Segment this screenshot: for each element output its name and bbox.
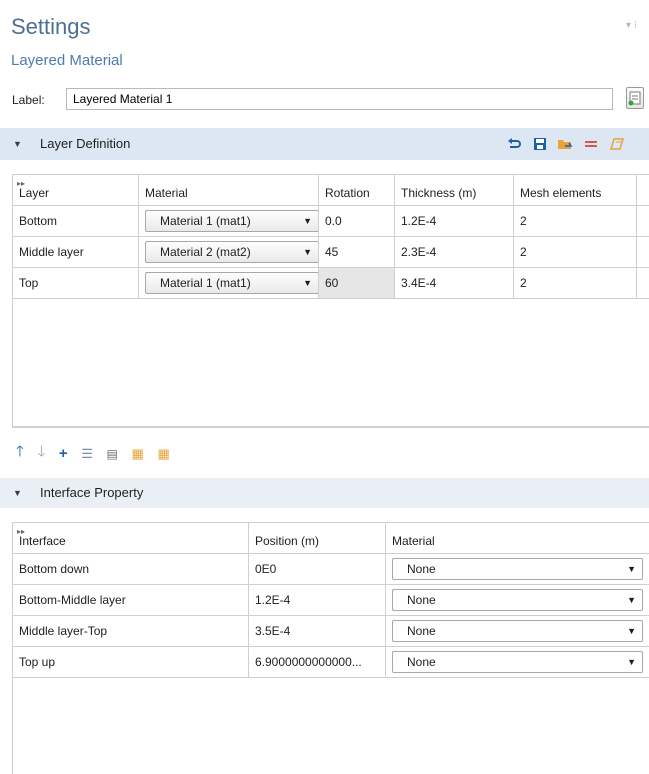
column-header-thickness[interactable]: Thickness (m): [394, 174, 514, 206]
table-row[interactable]: Top up 6.9000000000000... None ▼: [12, 646, 649, 678]
chevron-down-icon: ▼: [627, 595, 636, 605]
table-border: [12, 678, 13, 774]
section-title: Interface Property: [40, 485, 144, 500]
cell-material[interactable]: None ▼: [385, 646, 649, 678]
cell-layer[interactable]: Bottom: [12, 205, 139, 237]
cell-rotation-selected[interactable]: 60: [318, 267, 395, 299]
material-dropdown[interactable]: Material 1 (mat1) ▼: [145, 210, 318, 232]
label-caption: Label:: [12, 93, 45, 107]
cell-extra: [636, 205, 649, 237]
table-row[interactable]: Middle layer-Top 3.5E-4 None ▼: [12, 615, 649, 647]
cell-thickness[interactable]: 3.4E-4: [394, 267, 514, 299]
layer-grid-icon[interactable]: ▦: [157, 446, 169, 462]
material-select[interactable]: None ▼: [392, 558, 643, 580]
cell-thickness[interactable]: 2.3E-4: [394, 236, 514, 268]
cell-rotation[interactable]: 0.0: [318, 205, 395, 237]
cell-mesh[interactable]: 2: [513, 267, 637, 299]
cell-extra: [636, 267, 649, 299]
column-header-interface[interactable]: ▸▸ Interface: [12, 522, 249, 554]
collapse-icon[interactable]: ▼: [13, 139, 22, 149]
layer-table: ▸▸ Layer Material Rotation Thickness (m) …: [12, 174, 649, 299]
column-header-material[interactable]: Material: [385, 522, 649, 554]
move-up-icon[interactable]: 🡑: [16, 441, 24, 466]
cell-material[interactable]: None ▼: [385, 584, 649, 616]
page-subtitle: Layered Material: [11, 52, 123, 69]
table-header: ▸▸ Interface Position (m) Material: [12, 522, 649, 554]
label-link-button[interactable]: [626, 87, 644, 109]
table-row[interactable]: Bottom-Middle layer 1.2E-4 None ▼: [12, 584, 649, 616]
column-header-mesh[interactable]: Mesh elements: [513, 174, 637, 206]
section-title: Layer Definition: [40, 136, 131, 151]
table-header: ▸▸ Layer Material Rotation Thickness (m) …: [12, 174, 649, 206]
cell-interface[interactable]: Top up: [12, 646, 249, 678]
column-header-extra: [636, 174, 649, 206]
chevron-down-icon: ▼: [627, 564, 636, 574]
cell-mesh[interactable]: 2: [513, 205, 637, 237]
interface-table: ▸▸ Interface Position (m) Material Bottom…: [12, 522, 649, 678]
cell-interface[interactable]: Middle layer-Top: [12, 615, 249, 647]
cell-material[interactable]: Material 1 (mat1) ▼: [138, 205, 319, 237]
cell-material[interactable]: Material 1 (mat1) ▼: [138, 267, 319, 299]
column-header-material[interactable]: Material: [138, 174, 319, 206]
cell-material[interactable]: None ▼: [385, 553, 649, 585]
undo-icon[interactable]: [506, 136, 522, 152]
table-empty-area: [12, 298, 649, 428]
delete-icon[interactable]: ☰: [81, 446, 93, 462]
chevron-down-icon: ▼: [627, 657, 636, 667]
add-icon[interactable]: +: [59, 445, 68, 462]
label-input[interactable]: [66, 88, 613, 110]
cell-layer[interactable]: Middle layer: [12, 236, 139, 268]
note-icon: [628, 91, 641, 106]
cell-extra: [636, 236, 649, 268]
material-select[interactable]: None ▼: [392, 651, 643, 673]
table-row[interactable]: Bottom Material 1 (mat1) ▼ 0.0 1.2E-4 2: [12, 205, 649, 237]
cell-interface[interactable]: Bottom down: [12, 553, 249, 585]
cell-material[interactable]: None ▼: [385, 615, 649, 647]
layers-icon[interactable]: [609, 136, 625, 152]
cell-position: 0E0: [248, 553, 386, 585]
table-row[interactable]: Bottom down 0E0 None ▼: [12, 553, 649, 585]
cell-position: 1.2E-4: [248, 584, 386, 616]
cell-rotation[interactable]: 45: [318, 236, 395, 268]
collapse-icon[interactable]: ▼: [13, 488, 22, 498]
material-select[interactable]: None ▼: [392, 589, 643, 611]
load-icon[interactable]: [557, 136, 573, 152]
material-dropdown[interactable]: Material 2 (mat2) ▼: [145, 241, 318, 263]
table-row[interactable]: Top Material 1 (mat1) ▼ 60 3.4E-4 2: [12, 267, 649, 299]
layer-add-icon[interactable]: ▦: [132, 446, 144, 462]
page-title: Settings: [11, 14, 91, 39]
table-toolbar: 🡑 🡓 + ☰ ▤ ▦ ▦: [16, 441, 180, 462]
material-dropdown[interactable]: Material 1 (mat1) ▼: [145, 272, 318, 294]
save-icon[interactable]: [532, 136, 548, 152]
column-header-rotation[interactable]: Rotation: [318, 174, 395, 206]
cell-material[interactable]: Material 2 (mat2) ▼: [138, 236, 319, 268]
chevron-down-icon: ▼: [303, 247, 312, 257]
cell-interface[interactable]: Bottom-Middle layer: [12, 584, 249, 616]
chevron-down-icon: ▼: [303, 216, 312, 226]
material-select[interactable]: None ▼: [392, 620, 643, 642]
cell-mesh[interactable]: 2: [513, 236, 637, 268]
cell-position: 6.9000000000000...: [248, 646, 386, 678]
import-icon[interactable]: ▤: [107, 447, 118, 461]
column-header-layer[interactable]: ▸▸ Layer: [12, 174, 139, 206]
move-down-icon[interactable]: 🡓: [37, 441, 45, 466]
table-row[interactable]: Middle layer Material 2 (mat2) ▼ 45 2.3E-…: [12, 236, 649, 268]
chevron-down-icon: ▼: [303, 278, 312, 288]
cell-position: 3.5E-4: [248, 615, 386, 647]
cell-layer[interactable]: Top: [12, 267, 139, 299]
layer-definition-section[interactable]: ▼ Layer Definition: [0, 128, 649, 160]
interface-property-section[interactable]: ▼ Interface Property: [0, 478, 649, 508]
chevron-down-icon: ▼: [627, 626, 636, 636]
column-header-position[interactable]: Position (m): [248, 522, 386, 554]
cell-thickness[interactable]: 1.2E-4: [394, 205, 514, 237]
pin-icon[interactable]: ▾ ⁝: [626, 20, 637, 31]
clear-icon[interactable]: [583, 136, 599, 152]
